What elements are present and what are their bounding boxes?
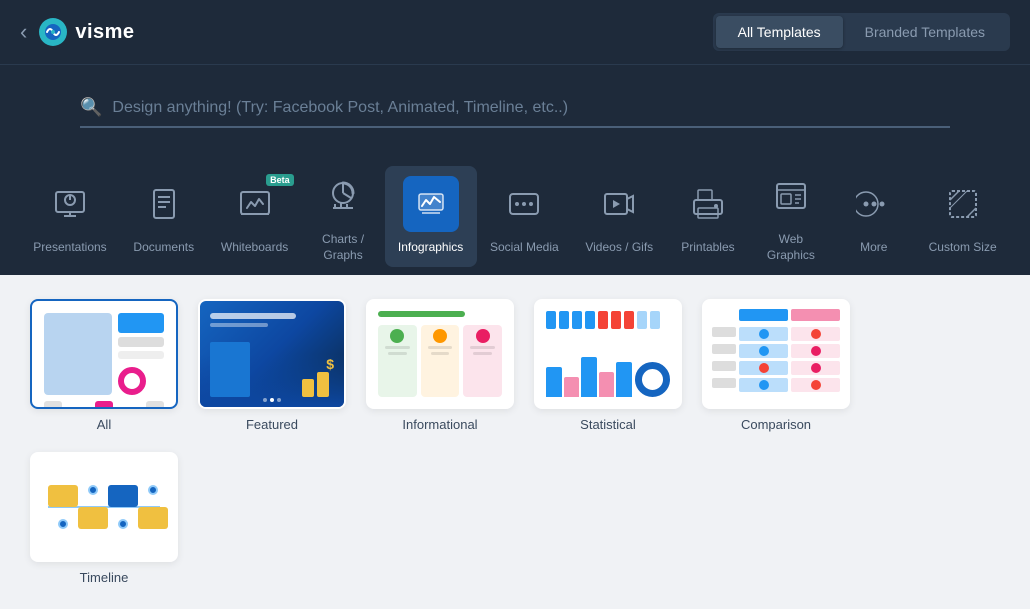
subcat-featured-thumb: $ [198, 299, 346, 409]
printables-icon-box [680, 176, 736, 232]
sidebar-item-infographics[interactable]: Infographics [385, 166, 477, 268]
search-icon: 🔍 [80, 97, 102, 118]
subcategory-row: All $ Fea [30, 299, 1000, 585]
documents-label: Documents [133, 240, 194, 256]
subcat-comparison[interactable]: Comparison [702, 299, 850, 432]
categories-row: Presentations Documents Beta Whiteboards [0, 148, 1030, 275]
whiteboards-label: Whiteboards [221, 240, 288, 256]
subcat-comparison-label: Comparison [741, 417, 811, 432]
subcat-featured[interactable]: $ Featured [198, 299, 346, 432]
logo: visme [37, 16, 134, 48]
social-media-icon [506, 186, 542, 222]
videos-gifs-label: Videos / Gifs [585, 240, 653, 256]
sidebar-item-whiteboards[interactable]: Beta Whiteboards [208, 166, 302, 268]
documents-icon-box [136, 176, 192, 232]
charts-graphs-icon [325, 178, 361, 214]
search-section: 🔍 [0, 65, 1030, 148]
whiteboards-icon [237, 186, 273, 222]
more-icon-box [846, 176, 902, 232]
search-bar: 🔍 [80, 89, 950, 128]
web-graphics-icon [773, 178, 809, 214]
all-templates-tab[interactable]: All Templates [716, 16, 843, 48]
thumb-informational-visual [368, 301, 512, 407]
more-label: More [860, 240, 887, 256]
thumb-comparison-visual [704, 301, 848, 407]
social-media-icon-box [496, 176, 552, 232]
main-content: All $ Fea [0, 275, 1030, 609]
subcat-timeline-thumb [30, 452, 178, 562]
thumb-all-visual [32, 301, 176, 407]
template-tab-group: All Templates Branded Templates [713, 13, 1010, 51]
subcat-statistical[interactable]: Statistical [534, 299, 682, 432]
subcat-informational-label: Informational [402, 417, 477, 432]
sidebar-item-web-graphics[interactable]: Web Graphics [749, 158, 832, 275]
subcat-informational-thumb [366, 299, 514, 409]
subcat-all[interactable]: All [30, 299, 178, 432]
subcat-informational[interactable]: Informational [366, 299, 514, 432]
custom-size-icon-box [935, 176, 991, 232]
sidebar-item-videos-gifs[interactable]: Videos / Gifs [572, 166, 667, 268]
subcat-statistical-thumb [534, 299, 682, 409]
back-button[interactable]: ‹ [20, 21, 27, 43]
web-graphics-label: Web Graphics [767, 232, 815, 263]
infographics-label: Infographics [398, 240, 463, 256]
printables-icon [690, 186, 726, 222]
charts-graphs-label: Charts / Graphs [322, 232, 364, 263]
presentations-icon [52, 186, 88, 222]
sidebar-item-presentations[interactable]: Presentations [20, 166, 120, 268]
header: ‹ visme All Templates Branded Templates [0, 0, 1030, 65]
videos-gifs-icon-box [591, 176, 647, 232]
sidebar-item-more[interactable]: More [832, 166, 915, 268]
sidebar-item-custom-size[interactable]: Custom Size [915, 166, 1010, 268]
subcat-comparison-thumb [702, 299, 850, 409]
subcat-all-label: All [97, 417, 111, 432]
web-graphics-icon-box [763, 168, 819, 224]
infographics-icon-box [403, 176, 459, 232]
thumb-timeline-visual [32, 454, 176, 560]
subcat-all-thumb [30, 299, 178, 409]
subcat-featured-label: Featured [246, 417, 298, 432]
subcat-timeline[interactable]: Timeline [30, 452, 178, 585]
subcat-timeline-label: Timeline [80, 570, 129, 585]
subcat-statistical-label: Statistical [580, 417, 636, 432]
thumb-featured-visual: $ [200, 301, 344, 407]
charts-graphs-icon-box [315, 168, 371, 224]
beta-badge: Beta [266, 174, 294, 186]
sidebar-item-printables[interactable]: Printables [667, 166, 750, 268]
thumb-statistical-visual [536, 301, 680, 407]
custom-size-icon [945, 186, 981, 222]
sidebar-item-documents[interactable]: Documents [120, 166, 208, 268]
infographics-icon [413, 186, 449, 222]
sidebar-item-social-media[interactable]: Social Media [477, 166, 572, 268]
sidebar-item-charts-graphs[interactable]: Charts / Graphs [302, 158, 385, 275]
presentations-icon-box [42, 176, 98, 232]
documents-icon [146, 186, 182, 222]
custom-size-label: Custom Size [929, 240, 997, 256]
printables-label: Printables [681, 240, 734, 256]
more-icon [856, 186, 892, 222]
social-media-label: Social Media [490, 240, 559, 256]
visme-logo-icon [37, 16, 69, 48]
search-input[interactable] [112, 99, 950, 117]
logo-text: visme [75, 21, 134, 44]
branded-templates-tab[interactable]: Branded Templates [843, 16, 1007, 48]
presentations-label: Presentations [33, 240, 106, 256]
videos-gifs-icon [601, 186, 637, 222]
